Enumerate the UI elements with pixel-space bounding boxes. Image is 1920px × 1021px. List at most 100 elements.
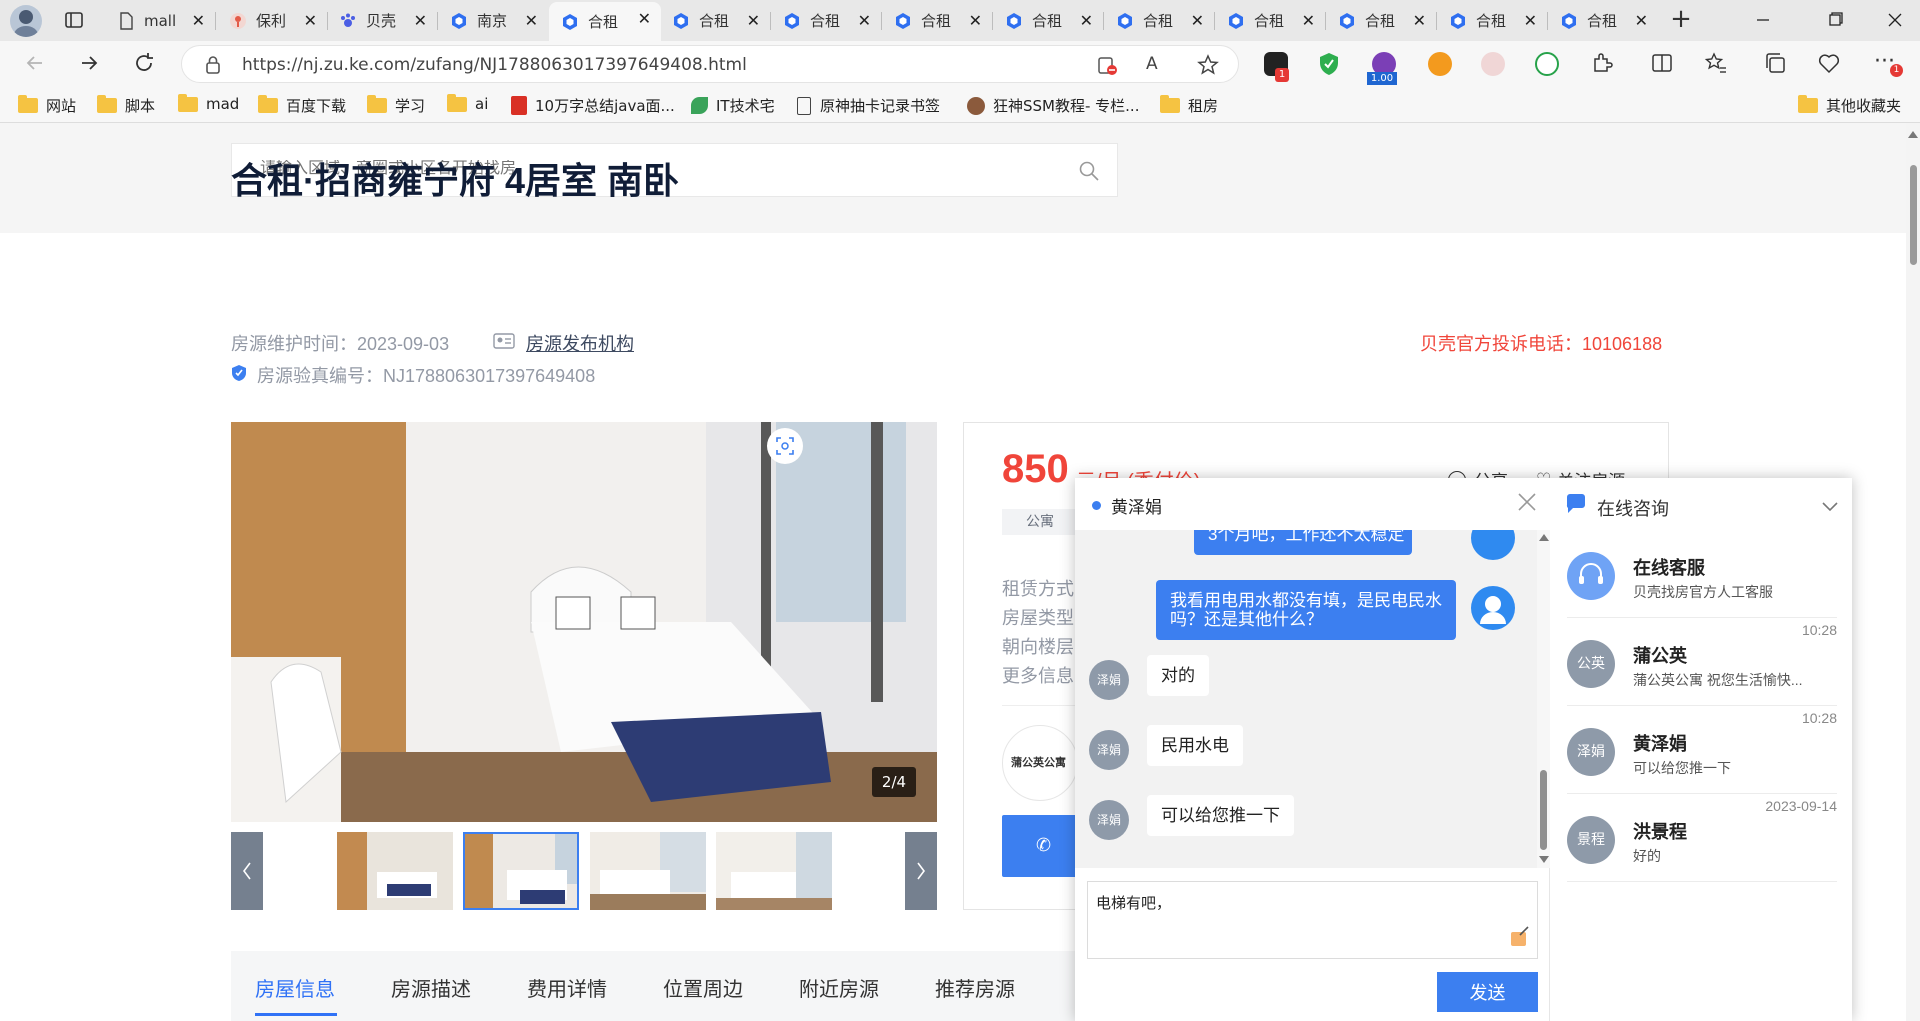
browser-tab[interactable]: 合租 ✕ (993, 4, 1103, 37)
tab-recommend[interactable]: 推荐房源 (935, 973, 1015, 1002)
tab-close-icon[interactable]: ✕ (858, 11, 871, 30)
browser-tab[interactable]: 合租 ✕ (771, 4, 881, 37)
url-text[interactable]: https://nj.zu.ke.com/zufang/NJ1788063017… (242, 55, 747, 75)
favorite-star-icon[interactable] (1196, 53, 1220, 77)
tab-close-icon[interactable]: ✕ (414, 11, 427, 30)
bookmark-item[interactable]: 原神抽卡记录书签 (797, 95, 940, 116)
browser-tab[interactable]: 南京 ✕ (438, 4, 548, 37)
tab-nearby[interactable]: 附近房源 (799, 973, 879, 1002)
browser-tab[interactable]: mall ✕ (105, 4, 215, 37)
extension-shield-icon[interactable] (1317, 51, 1341, 77)
browser-tab[interactable]: 合租 ✕ (1326, 4, 1436, 37)
tab-close-icon[interactable]: ✕ (525, 11, 538, 30)
tab-actions-icon[interactable] (62, 8, 86, 32)
tab-close-icon[interactable]: ✕ (1413, 11, 1426, 30)
tab-close-icon[interactable]: ✕ (1524, 11, 1537, 30)
conversation-item[interactable]: 公英 蒲公英 蒲公英公寓 祝您生活愉快... 10:28 (1567, 618, 1837, 706)
app-blocked-icon[interactable] (1096, 54, 1118, 76)
bookmark-item[interactable]: 学习 (367, 95, 425, 116)
tab-close-icon[interactable]: ✕ (1080, 11, 1093, 30)
tab-close-icon[interactable]: ✕ (192, 11, 205, 30)
bookmark-item[interactable]: 网站 (18, 95, 76, 116)
tab-location[interactable]: 位置周边 (663, 973, 743, 1002)
chat-scrollbar[interactable] (1537, 530, 1550, 868)
chat-scroll-down-icon[interactable] (1539, 856, 1549, 863)
bookmark-item[interactable]: ai (447, 93, 488, 113)
back-button[interactable] (22, 51, 48, 77)
tab-house-info[interactable]: 房屋信息 (255, 973, 335, 1002)
gallery-thumbnail[interactable] (590, 832, 706, 910)
chat-input-box[interactable]: 电梯有吧， (1087, 881, 1538, 959)
browser-essentials-icon[interactable] (1817, 51, 1841, 75)
conversation-item-support[interactable]: 在线客服 贝壳找房官方人工客服 (1567, 530, 1837, 618)
bookmark-item[interactable]: mad (178, 93, 239, 113)
tab-close-icon[interactable]: ✕ (747, 11, 760, 30)
tab-title: 合租 (1587, 12, 1618, 30)
browser-tab[interactable]: 合租 ✕ (1215, 4, 1325, 37)
browser-tab[interactable]: 合租 ✕ (1437, 4, 1547, 37)
send-button[interactable]: 发送 (1437, 972, 1538, 1012)
tab-fees[interactable]: 费用详情 (527, 973, 607, 1002)
browser-tab[interactable]: 保利 ✕ (217, 4, 327, 37)
forward-button[interactable] (76, 51, 102, 77)
refresh-button[interactable] (131, 51, 157, 77)
gallery-thumbnail[interactable] (463, 832, 579, 910)
read-aloud-icon[interactable]: A (1146, 54, 1168, 76)
extension-leaf-icon[interactable] (1535, 52, 1559, 76)
conversation-item[interactable]: 泽娟 黄泽娟 可以给您推一下 10:28 (1567, 706, 1837, 794)
close-chat-icon[interactable] (1516, 491, 1538, 513)
extension-compass-icon[interactable] (1481, 52, 1505, 76)
publisher-link[interactable]: 房源发布机构 (526, 330, 634, 356)
page-scrollbar[interactable] (1906, 123, 1920, 1021)
extensions-puzzle-icon[interactable] (1590, 51, 1614, 75)
browser-tab[interactable]: 合租 ✕ (882, 4, 992, 37)
gallery-thumbnail[interactable] (716, 832, 832, 910)
tab-close-icon[interactable]: ✕ (1302, 11, 1315, 30)
bookmark-item[interactable]: IT技术宅 (691, 95, 775, 116)
bookmark-item[interactable]: 租房 (1160, 95, 1218, 116)
collections-icon[interactable] (1763, 51, 1787, 75)
chat-scroll-up-icon[interactable] (1539, 534, 1549, 541)
image-upload-icon[interactable] (1509, 926, 1531, 948)
browser-tab[interactable]: 合租 ✕ (1548, 4, 1658, 37)
page-title: 合租·招商雍宁府 4居室 南卧 (231, 160, 680, 201)
restore-button[interactable] (1820, 8, 1850, 32)
bookmark-item[interactable]: 脚本 (97, 95, 155, 116)
conversation-item[interactable]: 景程 洪景程 好的 2023-09-14 (1567, 794, 1837, 882)
browser-tab[interactable]: 合租 ✕ (660, 4, 770, 37)
collapse-chevron-icon[interactable] (1821, 498, 1839, 512)
agency-logo[interactable]: 蒲公英公寓 (1002, 725, 1078, 801)
other-bookmarks[interactable]: 其他收藏夹 (1798, 95, 1901, 116)
page-scroll-up-icon[interactable] (1908, 131, 1918, 138)
new-tab-button[interactable]: + (1666, 4, 1696, 34)
tab-close-icon[interactable]: ✕ (1191, 11, 1204, 30)
gallery-thumbnail[interactable] (337, 832, 453, 910)
chat-input[interactable]: 电梯有吧， (1096, 892, 1496, 942)
chat-scroll-thumb[interactable] (1540, 770, 1547, 850)
tab-close-icon[interactable]: ✕ (1635, 11, 1648, 30)
browser-tab[interactable]: 贝壳 ✕ (327, 4, 437, 37)
tab-close-icon[interactable]: ✕ (638, 9, 651, 28)
tab-close-icon[interactable]: ✕ (304, 11, 317, 30)
search-icon[interactable] (1078, 160, 1100, 182)
tab-description[interactable]: 房源描述 (391, 973, 471, 1002)
bookmark-item[interactable]: 狂神SSM教程- 专栏... (967, 95, 1139, 116)
minimize-button[interactable] (1748, 8, 1778, 32)
tab-close-icon[interactable]: ✕ (969, 11, 982, 30)
bookmark-item[interactable]: 10万字总结java面... (511, 95, 675, 116)
split-screen-icon[interactable] (1650, 51, 1674, 75)
gallery-prev-button[interactable] (231, 832, 263, 910)
favorites-icon[interactable] (1704, 51, 1728, 75)
lock-icon[interactable] (204, 55, 222, 75)
gallery-next-button[interactable] (905, 832, 937, 910)
address-bar[interactable]: https://nj.zu.ke.com/zufang/NJ1788063017… (181, 45, 1239, 83)
browser-tab[interactable]: 合租 ✕ (1104, 4, 1214, 37)
photo-gallery[interactable]: 2/4 (231, 422, 937, 822)
page-scroll-thumb[interactable] (1910, 165, 1917, 265)
bookmark-item[interactable]: 百度下载 (258, 95, 346, 116)
profile-avatar[interactable] (10, 5, 42, 37)
extension-orange-icon[interactable] (1428, 52, 1452, 76)
close-window-button[interactable] (1880, 8, 1910, 32)
browser-tab[interactable]: 合租 ✕ (549, 2, 661, 41)
fullscreen-icon[interactable] (767, 428, 803, 464)
